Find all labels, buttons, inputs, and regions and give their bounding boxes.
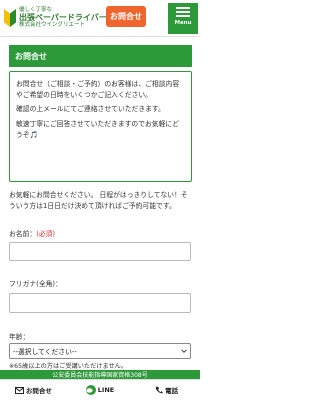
notice-text-1: お問合せ（ご相談・ご予約）のお客様は、ご相談内容やご希望の日時をいくつかご記入く… — [16, 80, 180, 100]
header: 優しく丁寧な 出張ペーパードライバー講習 株式会社ウイングリエート お問合せ M… — [0, 0, 200, 37]
age-label: 年齢： — [9, 333, 30, 341]
notice-text-2: 確認の上メールにてご連絡させていただきます。 — [16, 105, 165, 114]
age-note: ※65歳以上の方はご受講いただけません。 — [9, 363, 128, 370]
bottom-nav-contact[interactable]: お問合せ — [0, 380, 67, 400]
notice-text-3: 敏速丁寧にご回答させていただきますのでお気軽にどうぞ🎵 — [16, 119, 179, 139]
bottom-nav: お問合せ LINE 電話 — [0, 379, 200, 400]
menu-label: Menu — [174, 20, 192, 26]
name-input[interactable] — [9, 242, 191, 261]
furigana-input[interactable] — [9, 293, 191, 313]
phone-icon — [155, 386, 163, 394]
bottom-nav-line-label: LINE — [97, 386, 115, 394]
intro-text: お気軽にお問合せください。 日程がはっきりしてない！そういう方は1日日だけ決めて… — [9, 191, 188, 211]
required-mark: (必須) — [36, 230, 56, 238]
line-icon — [85, 385, 96, 395]
age-select-value: --選択してください-- — [13, 348, 77, 356]
name-label: お名前：(必須) — [9, 230, 56, 238]
bottom-nav-contact-label: お問合せ — [25, 387, 52, 395]
bottom-nav-line[interactable]: LINE — [67, 380, 134, 400]
furigana-label: フリガナ(全角)： — [9, 280, 62, 288]
contact-button[interactable]: お問合せ — [106, 6, 146, 27]
site-logo[interactable]: 優しく丁寧な 出張ペーパードライバー講習 株式会社ウイングリエート — [4, 3, 123, 33]
page-title: お問合せ — [9, 45, 192, 67]
mail-icon — [14, 386, 24, 394]
hamburger-icon — [176, 7, 190, 17]
bottom-nav-phone-label: 電話 — [165, 387, 179, 395]
bottom-nav-phone[interactable]: 電話 — [133, 380, 200, 400]
license-banner: 公安委員会技能指導国家資格308号 — [0, 370, 200, 379]
notice-box: お問合せ（ご相談・ご予約）のお客様は、ご相談内容やご希望の日時をいくつかご記入く… — [9, 71, 192, 182]
menu-button[interactable]: Menu — [168, 3, 198, 34]
beginner-driver-mark-icon — [4, 9, 16, 27]
age-select[interactable]: --選択してください-- — [9, 343, 191, 359]
chevron-down-icon — [181, 349, 187, 353]
